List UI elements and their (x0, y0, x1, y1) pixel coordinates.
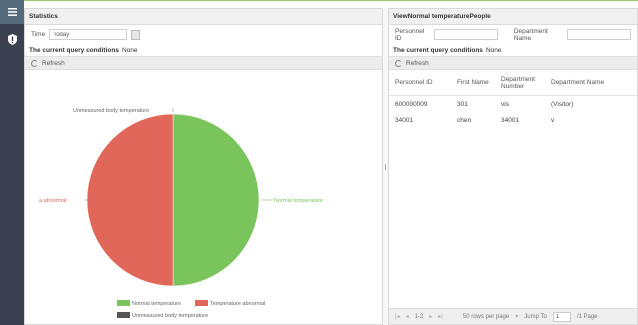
personnel-id-label: Personnel ID (395, 27, 425, 42)
jump-to-input[interactable] (552, 311, 571, 322)
people-query-conditions: The current query conditions None (389, 44, 637, 56)
temperature-pie-chart: Unmeasured body temperature a abnormal N… (39, 108, 323, 319)
cell-department-name: v (551, 116, 555, 124)
legend-swatch-normal[interactable] (117, 300, 130, 306)
cell-department-number: vis (501, 100, 509, 108)
cell-personnel-id: 600000009 (395, 100, 428, 108)
conditions-value: None (121, 46, 138, 54)
menu-icon (7, 8, 17, 16)
calendar-icon[interactable] (131, 29, 141, 40)
department-name-label: Department Name (513, 27, 548, 42)
top-accent-bar (24, 0, 638, 1)
prev-page-icon[interactable]: ◂ (406, 313, 409, 320)
table-header: Personnel ID First Name Department Numbe… (389, 70, 637, 96)
time-label: Time (31, 31, 46, 38)
column-header-first-name[interactable]: First Name (447, 79, 495, 86)
pie-slice-normal-temperature[interactable] (172, 113, 260, 287)
people-refresh-button[interactable]: Refresh (406, 60, 429, 67)
table-row[interactable]: 600000009 301 vis (Visitor) (389, 96, 637, 112)
people-conditions-label: The current query conditions (393, 46, 483, 54)
column-header-department-number[interactable]: Department Number (495, 76, 545, 90)
jump-to-label: Jump To (524, 313, 547, 320)
statistics-toolbar: Refresh (25, 56, 382, 70)
cell-first-name: chen (457, 116, 472, 124)
refresh-icon (31, 59, 38, 67)
legend-label-unmeasured: Unmeasured body temperature (132, 313, 208, 319)
legend-swatch-abnormal[interactable] (195, 300, 208, 306)
people-filter-row: Personnel ID Department Name (389, 25, 637, 44)
legend-swatch-unmeasured[interactable] (117, 312, 130, 318)
pagination-bar: |◂ ◂ 1-2 ▸ ▸| 50 rows per page ▾ Jump To… (389, 308, 637, 324)
people-panel: ViewNormal temperaturePeople Personnel I… (388, 8, 638, 325)
people-title: ViewNormal temperaturePeople (393, 13, 491, 20)
next-page-icon[interactable]: ▸ (429, 313, 432, 320)
time-select[interactable] (49, 29, 128, 40)
cell-department-number: 34001 (501, 116, 520, 124)
people-toolbar: Refresh (389, 56, 637, 70)
conditions-label: The current query conditions (29, 46, 119, 54)
callout-normal: Normal temperature (274, 198, 323, 204)
sidebar (0, 0, 24, 325)
callout-unmeasured: Unmeasured body temperature (73, 108, 149, 114)
table-row[interactable]: 34001 chen 34001 v (389, 112, 637, 128)
refresh-button[interactable]: Refresh (42, 60, 65, 67)
department-name-input[interactable] (567, 29, 631, 40)
chevron-down-icon: ▾ (515, 314, 519, 320)
menu-toggle-button[interactable] (0, 0, 24, 24)
column-header-personnel-id[interactable]: Personnel ID (389, 79, 447, 86)
personnel-id-input[interactable] (433, 29, 498, 40)
people-header: ViewNormal temperaturePeople (389, 9, 637, 25)
legend-label-abnormal: Temperature abnormal (210, 301, 265, 307)
splitter-grip (385, 163, 386, 170)
first-page-icon[interactable]: |◂ (395, 313, 400, 320)
legend-label-normal: Normal temperature (132, 301, 181, 307)
sidebar-item-temperature[interactable] (0, 28, 24, 50)
page-range: 1-2 (414, 313, 424, 320)
statistics-title: Statistics (29, 13, 58, 20)
time-filter-row: Time (25, 25, 382, 44)
cell-department-name: (Visitor) (551, 100, 574, 108)
people-conditions-value: None (485, 46, 502, 54)
total-pages: /1 Page (576, 313, 598, 320)
cell-personnel-id: 34001 (395, 116, 414, 124)
last-page-icon[interactable]: ▸| (438, 313, 443, 320)
column-header-department-name[interactable]: Department Name (545, 79, 625, 86)
shield-icon (7, 33, 17, 45)
refresh-icon (395, 59, 402, 67)
query-conditions: The current query conditions None (25, 44, 382, 56)
rows-per-page-select[interactable]: 50 rows per page (463, 314, 509, 320)
cell-first-name: 301 (457, 100, 468, 108)
callout-abnormal: a abnormal (39, 198, 67, 204)
statistics-panel: Statistics Time The current query condit… (24, 8, 383, 325)
statistics-header: Statistics (25, 9, 382, 25)
